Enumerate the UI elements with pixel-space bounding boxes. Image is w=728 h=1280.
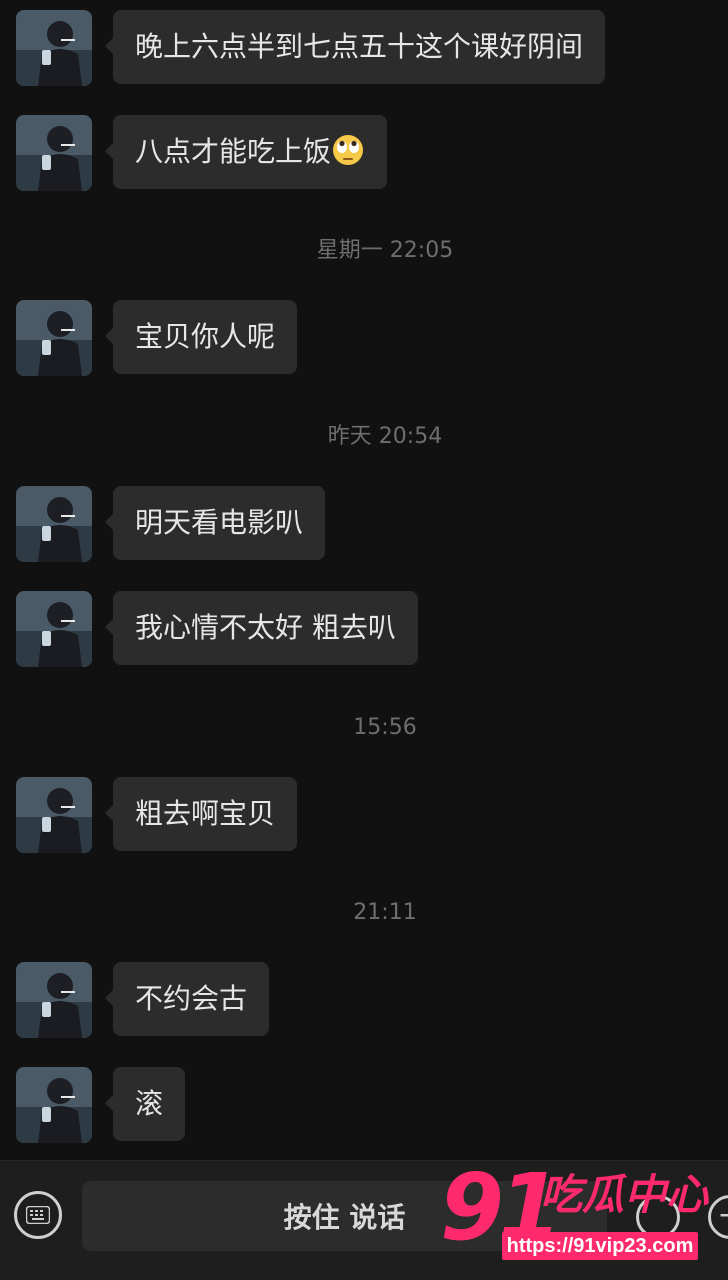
contact-avatar[interactable] — [16, 962, 92, 1038]
contact-avatar[interactable] — [16, 10, 92, 86]
message-text: 粗去啊宝贝 — [135, 797, 276, 830]
contact-avatar[interactable] — [16, 1067, 92, 1143]
message-row: 粗去啊宝贝 — [16, 777, 298, 853]
message-bubble[interactable]: 粗去啊宝贝 — [104, 777, 298, 851]
message-bubble[interactable]: 晚上六点半到七点五十这个课好阴间 — [104, 10, 606, 84]
message-text: 滚 — [135, 1087, 164, 1120]
message-row: 滚 — [16, 1067, 186, 1143]
contact-avatar[interactable] — [16, 591, 92, 667]
contact-avatar[interactable] — [16, 777, 92, 853]
message-text: 不约会古 — [135, 982, 248, 1015]
chat-screen: 晚上六点半到七点五十这个课好阴间 八点才能吃上饭 星期一 22:05 宝贝你人呢… — [0, 0, 728, 1280]
message-bubble[interactable]: 滚 — [104, 1067, 186, 1141]
timestamp: 15:56 — [353, 715, 417, 740]
message-row: 晚上六点半到七点五十这个课好阴间 — [16, 10, 606, 86]
message-text: 我心情不太好 粗去叭 — [135, 611, 396, 644]
timestamp: 昨天 20:54 — [327, 424, 443, 449]
message-bubble[interactable]: 宝贝你人呢 — [104, 300, 298, 374]
input-bar: 按住 说话 + — [0, 1160, 728, 1280]
timestamp: 星期一 22:05 — [316, 238, 454, 263]
message-row: 不约会古 — [16, 962, 270, 1038]
message-row: 我心情不太好 粗去叭 — [16, 591, 418, 667]
hold-to-talk-button[interactable]: 按住 说话 — [82, 1181, 607, 1251]
message-row: 宝贝你人呢 — [16, 300, 298, 376]
contact-avatar[interactable] — [16, 486, 92, 562]
message-text: 八点才能吃上饭 — [135, 135, 332, 168]
message-text: 晚上六点半到七点五十这个课好阴间 — [135, 30, 584, 63]
message-bubble[interactable]: 不约会古 — [104, 962, 270, 1036]
keyboard-icon[interactable] — [14, 1191, 62, 1239]
plus-icon[interactable]: + — [708, 1195, 728, 1239]
contact-avatar[interactable] — [16, 300, 92, 376]
message-bubble[interactable]: 我心情不太好 粗去叭 — [105, 591, 418, 665]
message-bubble[interactable]: 明天看电影叭 — [104, 486, 326, 560]
message-text: 明天看电影叭 — [135, 506, 304, 539]
message-row: 明天看电影叭 — [16, 486, 326, 562]
timestamp: 21:11 — [353, 900, 417, 925]
contact-avatar[interactable] — [16, 115, 92, 191]
smiley-icon[interactable] — [636, 1195, 680, 1239]
message-row: 八点才能吃上饭 — [16, 115, 388, 191]
message-bubble[interactable]: 八点才能吃上饭 — [104, 115, 388, 189]
message-text: 宝贝你人呢 — [135, 320, 276, 353]
eye-roll-emoji-icon — [333, 135, 364, 165]
